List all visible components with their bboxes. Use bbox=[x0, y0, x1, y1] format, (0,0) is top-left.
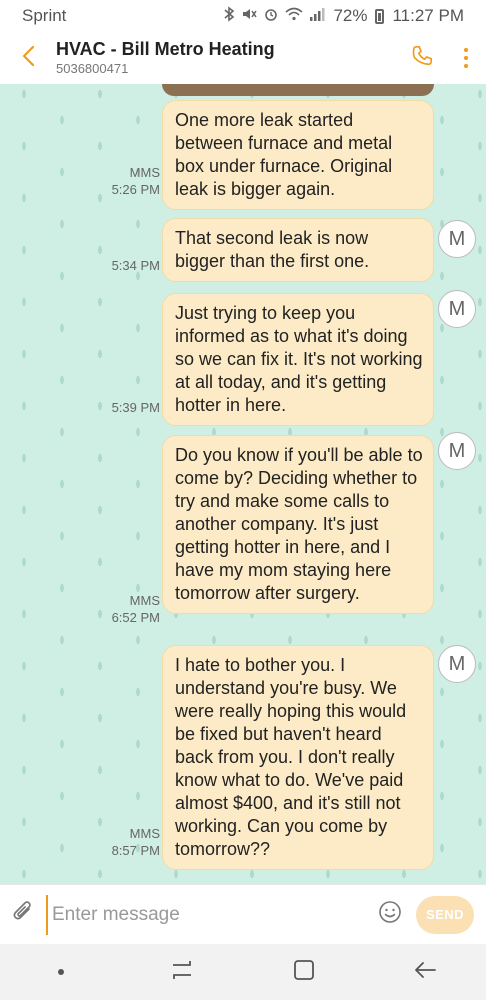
message-bubble[interactable]: That second leak is now bigger than the … bbox=[162, 218, 434, 282]
paperclip-icon bbox=[12, 900, 34, 929]
bluetooth-icon bbox=[223, 6, 235, 26]
avatar-initial: M bbox=[448, 227, 466, 250]
sender-avatar[interactable]: M bbox=[438, 645, 476, 683]
message-meta: MMS 8:57 PM bbox=[112, 825, 160, 859]
sender-avatar[interactable]: M bbox=[438, 290, 476, 328]
status-icons bbox=[223, 6, 325, 26]
message-meta: MMS 6:52 PM bbox=[112, 592, 160, 626]
message-text: One more leak started between furnace an… bbox=[175, 110, 393, 199]
home-square-icon bbox=[293, 959, 315, 986]
back-button[interactable] bbox=[0, 32, 56, 84]
alarm-icon bbox=[263, 6, 279, 26]
message-type: MMS bbox=[129, 593, 160, 608]
message-time: 5:26 PM bbox=[111, 182, 160, 197]
message-text: Just trying to keep you informed as to w… bbox=[175, 303, 423, 415]
nav-back-arrow-icon bbox=[413, 960, 437, 985]
avatar-initial: M bbox=[448, 652, 466, 675]
message-bubble[interactable]: Just trying to keep you informed as to w… bbox=[162, 293, 434, 426]
message-time: 5:34 PM bbox=[111, 258, 160, 273]
call-button[interactable] bbox=[398, 32, 446, 84]
mute-icon bbox=[241, 6, 258, 26]
nav-dot-button[interactable] bbox=[21, 944, 101, 1000]
system-nav-bar bbox=[0, 944, 486, 1000]
message-composer: SEND bbox=[0, 884, 486, 944]
send-button[interactable]: SEND bbox=[416, 895, 474, 934]
smiley-icon bbox=[378, 900, 402, 929]
message-text: I hate to bother you. I understand you'r… bbox=[175, 655, 407, 859]
avatar-initial: M bbox=[448, 297, 466, 320]
message-type: MMS bbox=[129, 165, 160, 180]
message-time: 6:52 PM bbox=[111, 610, 160, 625]
message-input[interactable] bbox=[46, 894, 370, 935]
message-bubble[interactable]: One more leak started between furnace an… bbox=[162, 100, 434, 210]
message-meta: 5:34 PM bbox=[112, 257, 160, 274]
status-time: 11:27 PM bbox=[392, 6, 464, 25]
avatar-initial: M bbox=[448, 439, 466, 462]
dot-icon bbox=[57, 963, 65, 981]
message-time: 5:39 PM bbox=[111, 400, 160, 415]
recents-icon bbox=[169, 959, 195, 986]
nav-back-button[interactable] bbox=[385, 944, 465, 1000]
recents-button[interactable] bbox=[142, 944, 222, 1000]
message-meta: MMS 5:26 PM bbox=[112, 164, 160, 198]
more-vertical-icon bbox=[464, 56, 468, 60]
battery-percent: 72% bbox=[333, 6, 368, 25]
message-meta: 5:39 PM bbox=[112, 399, 160, 416]
home-button[interactable] bbox=[264, 944, 344, 1000]
message-time: 8:57 PM bbox=[111, 843, 160, 858]
sender-avatar[interactable]: M bbox=[438, 220, 476, 258]
attach-button[interactable] bbox=[0, 885, 46, 945]
status-bar: Sprint 72% 11:27 PM bbox=[0, 0, 486, 32]
more-options-button[interactable] bbox=[446, 32, 486, 84]
message-type: MMS bbox=[129, 826, 160, 841]
sender-avatar[interactable]: M bbox=[438, 432, 476, 470]
back-arrow-icon bbox=[21, 45, 35, 72]
phone-icon bbox=[411, 45, 433, 72]
contact-titles[interactable]: HVAC - Bill Metro Heating 5036800471 bbox=[56, 38, 398, 78]
battery-icon bbox=[375, 8, 385, 24]
status-right: 72% 11:27 PM bbox=[223, 6, 464, 26]
mms-image-thumbnail[interactable] bbox=[162, 84, 434, 96]
conversation-header: HVAC - Bill Metro Heating 5036800471 bbox=[0, 32, 486, 84]
wifi-icon bbox=[285, 7, 303, 25]
emoji-button[interactable] bbox=[370, 885, 410, 945]
message-bubble[interactable]: I hate to bother you. I understand you'r… bbox=[162, 645, 434, 870]
contact-number: 5036800471 bbox=[56, 61, 129, 76]
more-vertical-icon bbox=[464, 64, 468, 68]
more-vertical-icon bbox=[464, 48, 468, 52]
message-text: That second leak is now bigger than the … bbox=[175, 228, 370, 271]
contact-name: HVAC - Bill Metro Heating bbox=[56, 39, 275, 59]
message-bubble[interactable]: Do you know if you'll be able to come by… bbox=[162, 435, 434, 614]
signal-icon bbox=[309, 7, 325, 25]
message-text: Do you know if you'll be able to come by… bbox=[175, 445, 423, 603]
message-thread[interactable]: One more leak started between furnace an… bbox=[0, 84, 486, 884]
carrier-label: Sprint bbox=[22, 6, 67, 25]
